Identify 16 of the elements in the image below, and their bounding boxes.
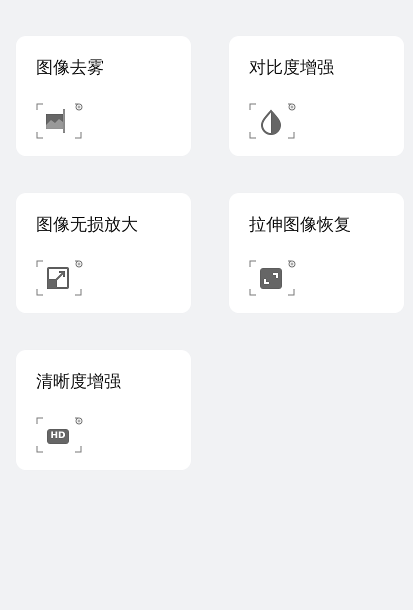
tool-icon (36, 417, 84, 453)
hd-label: HD (47, 429, 69, 444)
tool-card[interactable]: 对比度增强 (229, 36, 404, 156)
tool-icon (36, 103, 84, 139)
tool-title: 图像无损放大 (36, 214, 138, 237)
tool-card[interactable]: 清晰度增强 HD (16, 350, 191, 470)
tool-icon (249, 103, 297, 139)
tool-card[interactable]: 拉伸图像恢复 (229, 193, 404, 313)
tool-title: 拉伸图像恢复 (249, 214, 351, 237)
tool-card[interactable]: 图像无损放大 (16, 193, 191, 313)
tool-card[interactable]: 图像去雾 (16, 36, 191, 156)
tool-title: 图像去雾 (36, 57, 104, 80)
tool-title: 清晰度增强 (36, 371, 121, 394)
tool-icon (36, 260, 84, 296)
tool-title: 对比度增强 (249, 57, 334, 80)
tool-icon (249, 260, 297, 296)
